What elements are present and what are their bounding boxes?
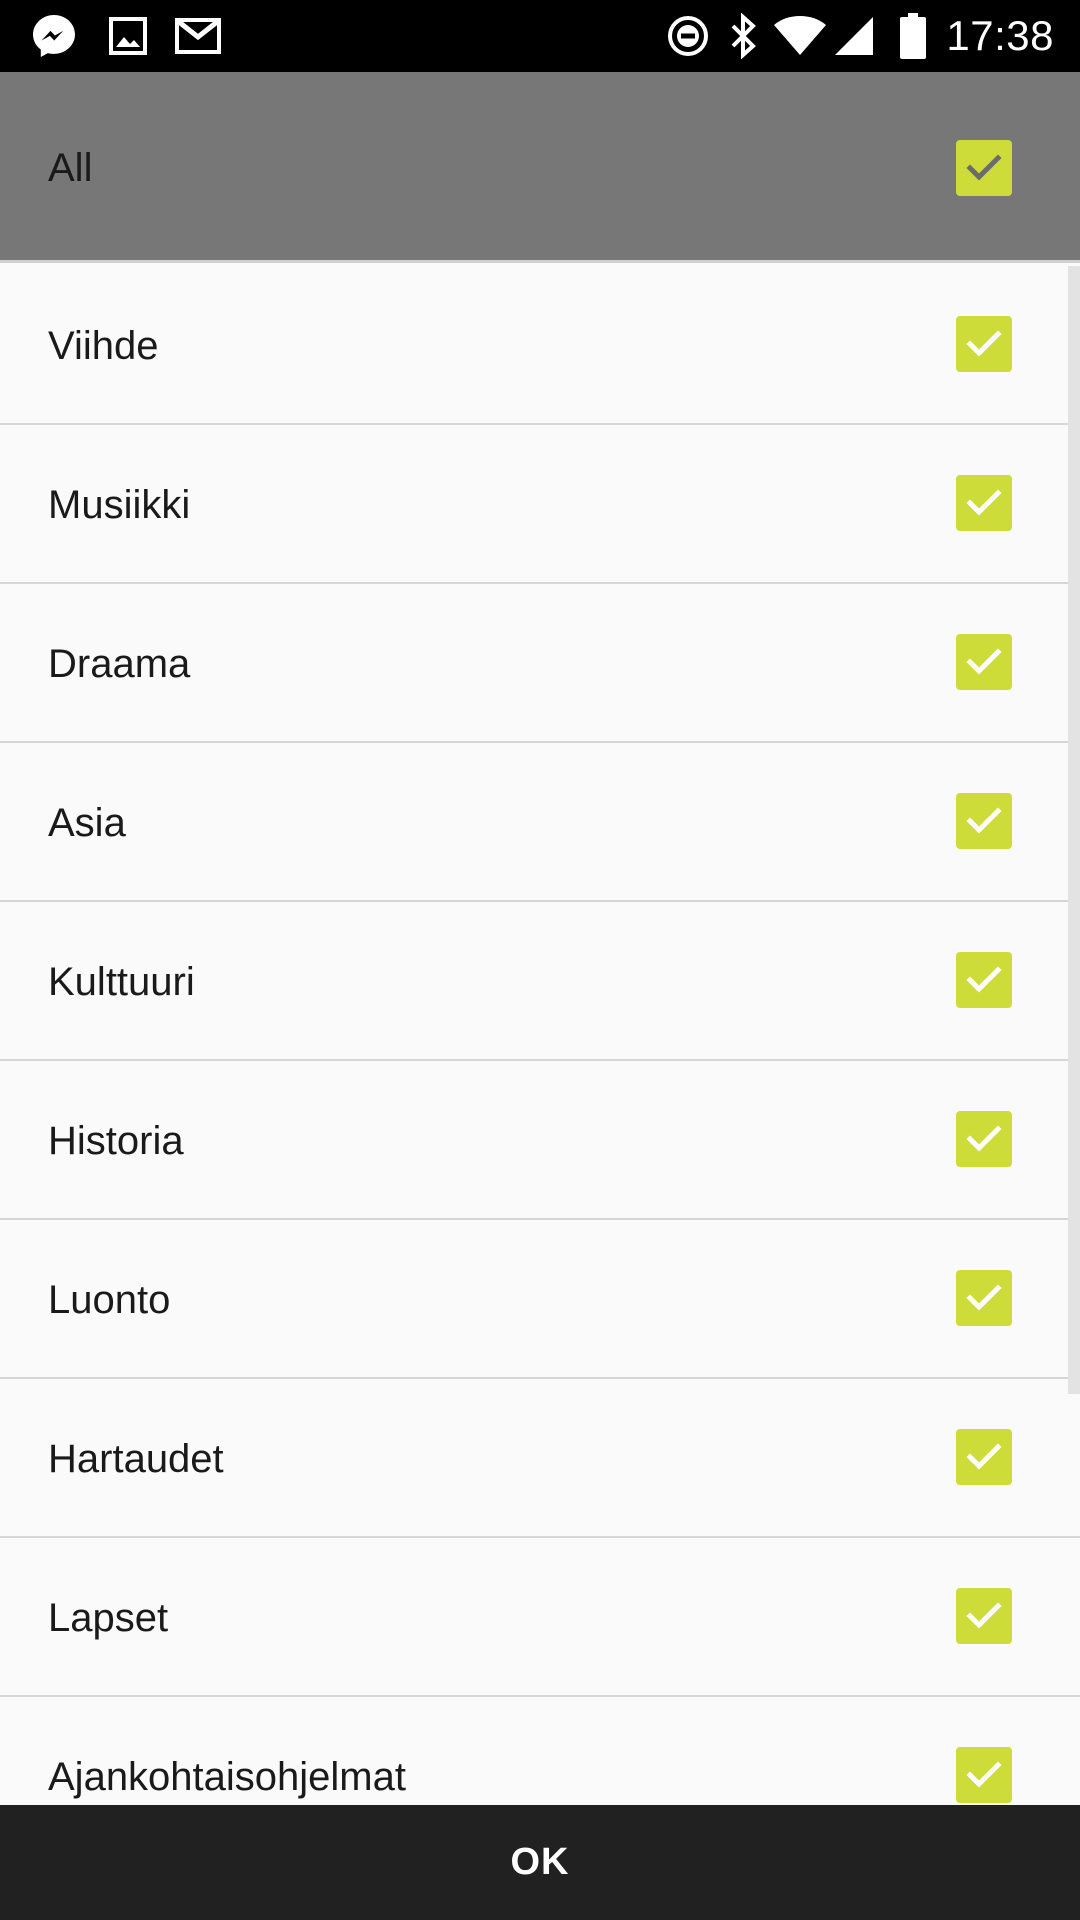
checkmark-icon bbox=[966, 807, 1002, 834]
category-list[interactable]: Viihde Musiikki Draama Asia Kulttuuri Hi… bbox=[0, 266, 1080, 1805]
checkmark-icon bbox=[966, 1125, 1002, 1152]
category-checkbox[interactable] bbox=[956, 1111, 1012, 1167]
category-label: Draama bbox=[48, 642, 191, 686]
category-label: Lapset bbox=[48, 1596, 169, 1640]
category-item-draama[interactable]: Draama bbox=[0, 584, 1080, 743]
category-checkbox[interactable] bbox=[956, 634, 1012, 690]
category-label: Musiikki bbox=[48, 483, 191, 527]
category-item-ajankohtaisohjelmat[interactable]: Ajankohtaisohjelmat bbox=[0, 1697, 1080, 1805]
category-checkbox[interactable] bbox=[956, 1588, 1012, 1644]
wifi-icon bbox=[772, 0, 828, 72]
checkmark-icon bbox=[966, 489, 1002, 516]
category-item-asia[interactable]: Asia bbox=[0, 743, 1080, 902]
category-checkbox[interactable] bbox=[956, 475, 1012, 531]
category-checkbox[interactable] bbox=[956, 1429, 1012, 1485]
select-all-label: All bbox=[48, 146, 93, 190]
checkmark-icon bbox=[966, 1443, 1002, 1470]
category-checkbox[interactable] bbox=[956, 1270, 1012, 1326]
category-checkbox[interactable] bbox=[956, 316, 1012, 372]
do-not-disturb-icon bbox=[664, 0, 712, 72]
category-label: Luonto bbox=[48, 1278, 171, 1322]
category-label: Hartaudet bbox=[48, 1437, 224, 1481]
category-item-historia[interactable]: Historia bbox=[0, 1061, 1080, 1220]
checkmark-icon bbox=[966, 1761, 1002, 1788]
category-item-hartaudet[interactable]: Hartaudet bbox=[0, 1379, 1080, 1538]
category-label: Ajankohtaisohjelmat bbox=[48, 1755, 406, 1799]
select-all-checkbox[interactable] bbox=[956, 140, 1012, 196]
category-item-musiikki[interactable]: Musiikki bbox=[0, 425, 1080, 584]
category-checkbox[interactable] bbox=[956, 1747, 1012, 1803]
checkmark-icon bbox=[966, 648, 1002, 675]
category-label: Kulttuuri bbox=[48, 960, 195, 1004]
category-checkbox[interactable] bbox=[956, 793, 1012, 849]
status-bar: 17:38 bbox=[0, 0, 1080, 72]
category-item-lapset[interactable]: Lapset bbox=[0, 1538, 1080, 1697]
status-time: 17:38 bbox=[946, 12, 1054, 59]
category-item-luonto[interactable]: Luonto bbox=[0, 1220, 1080, 1379]
checkmark-icon bbox=[966, 330, 1002, 357]
select-all-row[interactable]: All bbox=[0, 72, 1080, 263]
category-item-viihde[interactable]: Viihde bbox=[0, 266, 1080, 425]
category-label: Viihde bbox=[48, 324, 159, 368]
checkmark-icon bbox=[966, 966, 1002, 993]
bluetooth-icon bbox=[724, 0, 764, 72]
gmail-icon bbox=[172, 0, 224, 72]
category-checkbox[interactable] bbox=[956, 952, 1012, 1008]
gallery-icon bbox=[104, 0, 152, 72]
bottom-action-bar: OK bbox=[0, 1805, 1080, 1920]
ok-button[interactable]: OK bbox=[451, 1821, 630, 1904]
category-label: Asia bbox=[48, 801, 126, 845]
battery-icon bbox=[896, 0, 930, 72]
checkmark-icon bbox=[966, 154, 1002, 181]
checkmark-icon bbox=[966, 1284, 1002, 1311]
signal-icon bbox=[832, 0, 876, 72]
list-scrollbar[interactable] bbox=[1068, 266, 1080, 1394]
category-label: Historia bbox=[48, 1119, 184, 1163]
category-item-kulttuuri[interactable]: Kulttuuri bbox=[0, 902, 1080, 1061]
messenger-icon bbox=[26, 0, 82, 72]
checkmark-icon bbox=[966, 1602, 1002, 1629]
